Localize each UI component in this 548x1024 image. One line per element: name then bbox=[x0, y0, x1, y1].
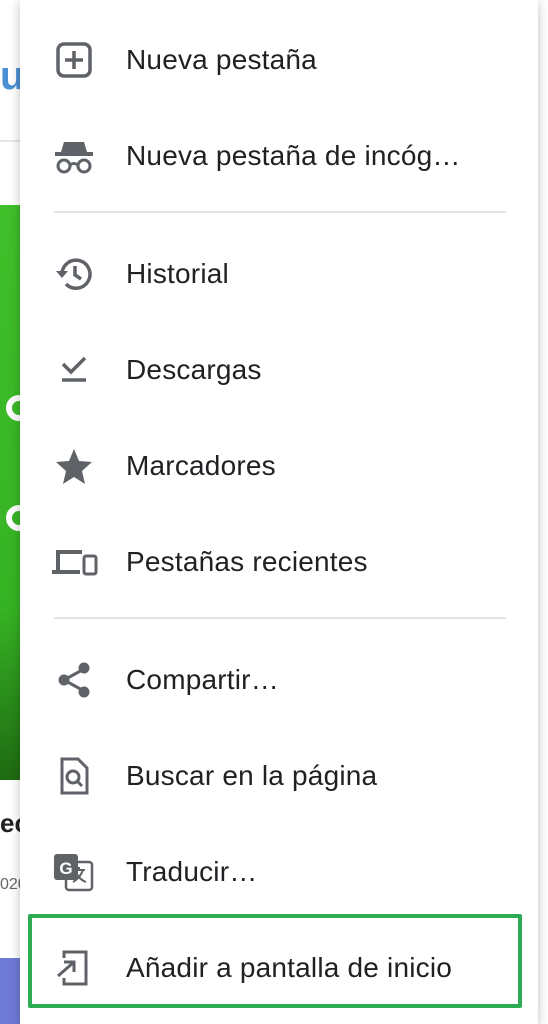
menu-item-label: Traducir… bbox=[126, 856, 258, 887]
menu-divider bbox=[54, 211, 506, 213]
menu-divider bbox=[54, 617, 506, 619]
translate-icon: G bbox=[50, 848, 98, 896]
history-icon bbox=[50, 250, 98, 298]
star-icon bbox=[50, 442, 98, 490]
share-icon bbox=[50, 656, 98, 704]
menu-item-find-in-page[interactable]: Buscar en la página bbox=[20, 728, 538, 824]
menu-item-history[interactable]: Historial bbox=[20, 226, 538, 322]
menu-item-label: Descargas bbox=[126, 354, 262, 385]
menu-item-label: Compartir… bbox=[126, 664, 279, 695]
svg-text:G: G bbox=[59, 859, 72, 878]
download-icon bbox=[50, 346, 98, 394]
menu-item-label: Pestañas recientes bbox=[126, 546, 368, 577]
incognito-icon bbox=[50, 132, 98, 180]
highlight-box bbox=[28, 914, 522, 1008]
menu-item-downloads[interactable]: Descargas bbox=[20, 322, 538, 418]
menu-item-label: Nueva pestaña de incóg… bbox=[126, 140, 461, 171]
menu-item-label: Marcadores bbox=[126, 450, 276, 481]
menu-item-label: Buscar en la página bbox=[126, 760, 378, 791]
menu-item-new-tab[interactable]: Nueva pestaña bbox=[20, 12, 538, 108]
menu-item-label: Nueva pestaña bbox=[126, 44, 317, 75]
menu-item-translate[interactable]: G Traducir… bbox=[20, 824, 538, 920]
browser-overflow-menu: Nueva pestaña Nueva pestaña de incóg… Hi… bbox=[20, 0, 538, 1024]
menu-item-recent-tabs[interactable]: Pestañas recientes bbox=[20, 514, 538, 610]
devices-icon bbox=[50, 538, 98, 586]
menu-item-share[interactable]: Compartir… bbox=[20, 632, 538, 728]
plus-box-icon bbox=[50, 36, 98, 84]
menu-item-incognito-tab[interactable]: Nueva pestaña de incóg… bbox=[20, 108, 538, 204]
find-in-page-icon bbox=[50, 752, 98, 800]
menu-item-label: Historial bbox=[126, 258, 229, 289]
menu-item-bookmarks[interactable]: Marcadores bbox=[20, 418, 538, 514]
